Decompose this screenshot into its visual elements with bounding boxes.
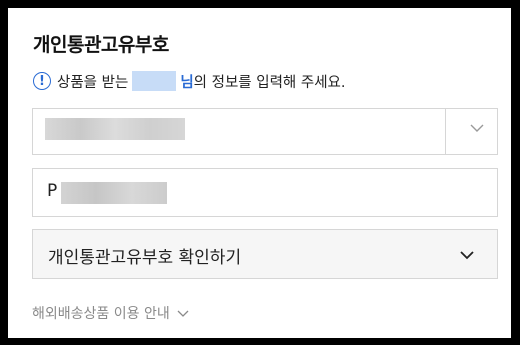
customs-code-panel: 개인통관고유부호 ! 상품을 받는 님 의 정보를 입력해 주세요. P 개인통… <box>8 8 511 338</box>
customs-code-input[interactable]: P <box>32 168 498 217</box>
customs-code-value-redacted <box>61 182 167 204</box>
chevron-down-icon <box>460 251 474 260</box>
recipient-name-redacted <box>132 71 177 91</box>
chevron-down-icon <box>177 310 189 317</box>
notice-name-suffix: 님 <box>180 74 194 91</box>
accordion-label: 개인통관고유부호 확인하기 <box>48 248 242 268</box>
selected-recipient-redacted <box>45 118 185 140</box>
footer-link-label: 해외배송상품 이용 안내 <box>32 306 170 322</box>
section-title: 개인통관고유부호 <box>33 34 169 56</box>
notice-prefix: 상품을 받는 <box>57 74 129 91</box>
notice-suffix: 의 정보를 입력해 주세요. <box>193 74 346 91</box>
info-icon: ! <box>33 72 51 90</box>
recipient-notice: ! 상품을 받는 님 의 정보를 입력해 주세요. <box>33 69 346 93</box>
recipient-select[interactable] <box>32 108 498 155</box>
select-divider <box>445 109 446 154</box>
overseas-shipping-guide-link[interactable]: 해외배송상품 이용 안내 <box>32 303 190 323</box>
chevron-down-icon[interactable] <box>467 118 487 138</box>
confirm-customs-code-accordion[interactable]: 개인통관고유부호 확인하기 <box>32 229 498 279</box>
customs-code-value-prefix: P <box>47 181 58 201</box>
